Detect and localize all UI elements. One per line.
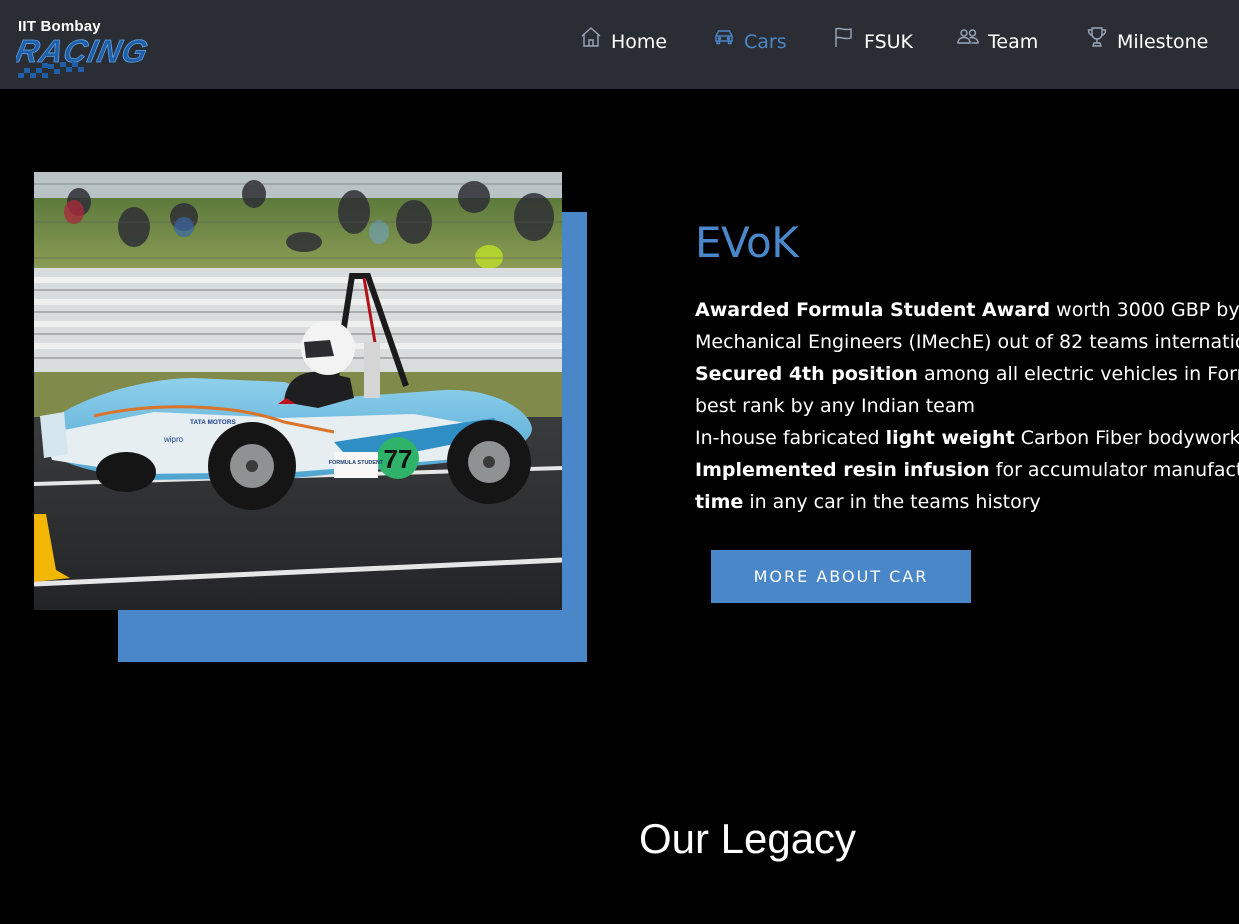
- desc-line: Mechanical Engineers (IMechE) out of 82 …: [695, 331, 1239, 353]
- team-icon: [956, 25, 980, 49]
- sponsor-tata: TATA MOTORS: [190, 419, 237, 426]
- car-side-text: FORMULA STUDENT: [329, 460, 384, 466]
- nav-item-team[interactable]: Team: [956, 24, 1038, 60]
- car-title: EVoK: [695, 218, 799, 267]
- car-icon: [712, 25, 736, 49]
- nav-item-cars[interactable]: Cars: [712, 24, 787, 60]
- sponsor-wipro: wipro: [163, 435, 184, 444]
- nav-label-cars: Cars: [744, 31, 787, 53]
- desc-line: Awarded Formula Student Award worth 3000…: [695, 299, 1239, 321]
- nav-label-milestone: Milestone: [1117, 31, 1209, 53]
- nav-label-home: Home: [611, 31, 668, 53]
- trophy-icon: [1085, 25, 1109, 49]
- car-photo: 77 FORMULA STUDENT TATA MOTORS wipro: [34, 172, 562, 610]
- nav-item-milestone[interactable]: Milestone: [1085, 24, 1208, 60]
- desc-line: Secured 4th position among all electric …: [695, 363, 1239, 385]
- legacy-heading: Our Legacy: [638, 815, 857, 862]
- home-icon: [579, 25, 603, 49]
- flag-icon: [832, 25, 856, 49]
- nav-label-fsuk: FSUK: [864, 31, 914, 53]
- desc-line: In-house fabricated light weight Carbon …: [695, 427, 1239, 449]
- more-about-car-button[interactable]: MORE ABOUT CAR: [711, 550, 971, 603]
- nav-item-home[interactable]: Home: [579, 24, 667, 60]
- car-number: 77: [384, 444, 413, 474]
- main-nav: Home Cars FSUK Team Milestone: [0, 0, 1239, 89]
- desc-line: Implemented resin infusion for accumulat…: [695, 459, 1239, 481]
- nav-label-team: Team: [988, 31, 1039, 53]
- car-description: Awarded Formula Student Award worth 3000…: [695, 294, 1239, 518]
- desc-line: time in any car in the teams history: [695, 491, 1041, 513]
- nav-item-fsuk[interactable]: FSUK: [832, 24, 913, 60]
- desc-line: best rank by any Indian team: [695, 395, 975, 417]
- top-navbar: IIT Bombay RACING Home Cars FSUK Team Mi…: [0, 0, 1239, 89]
